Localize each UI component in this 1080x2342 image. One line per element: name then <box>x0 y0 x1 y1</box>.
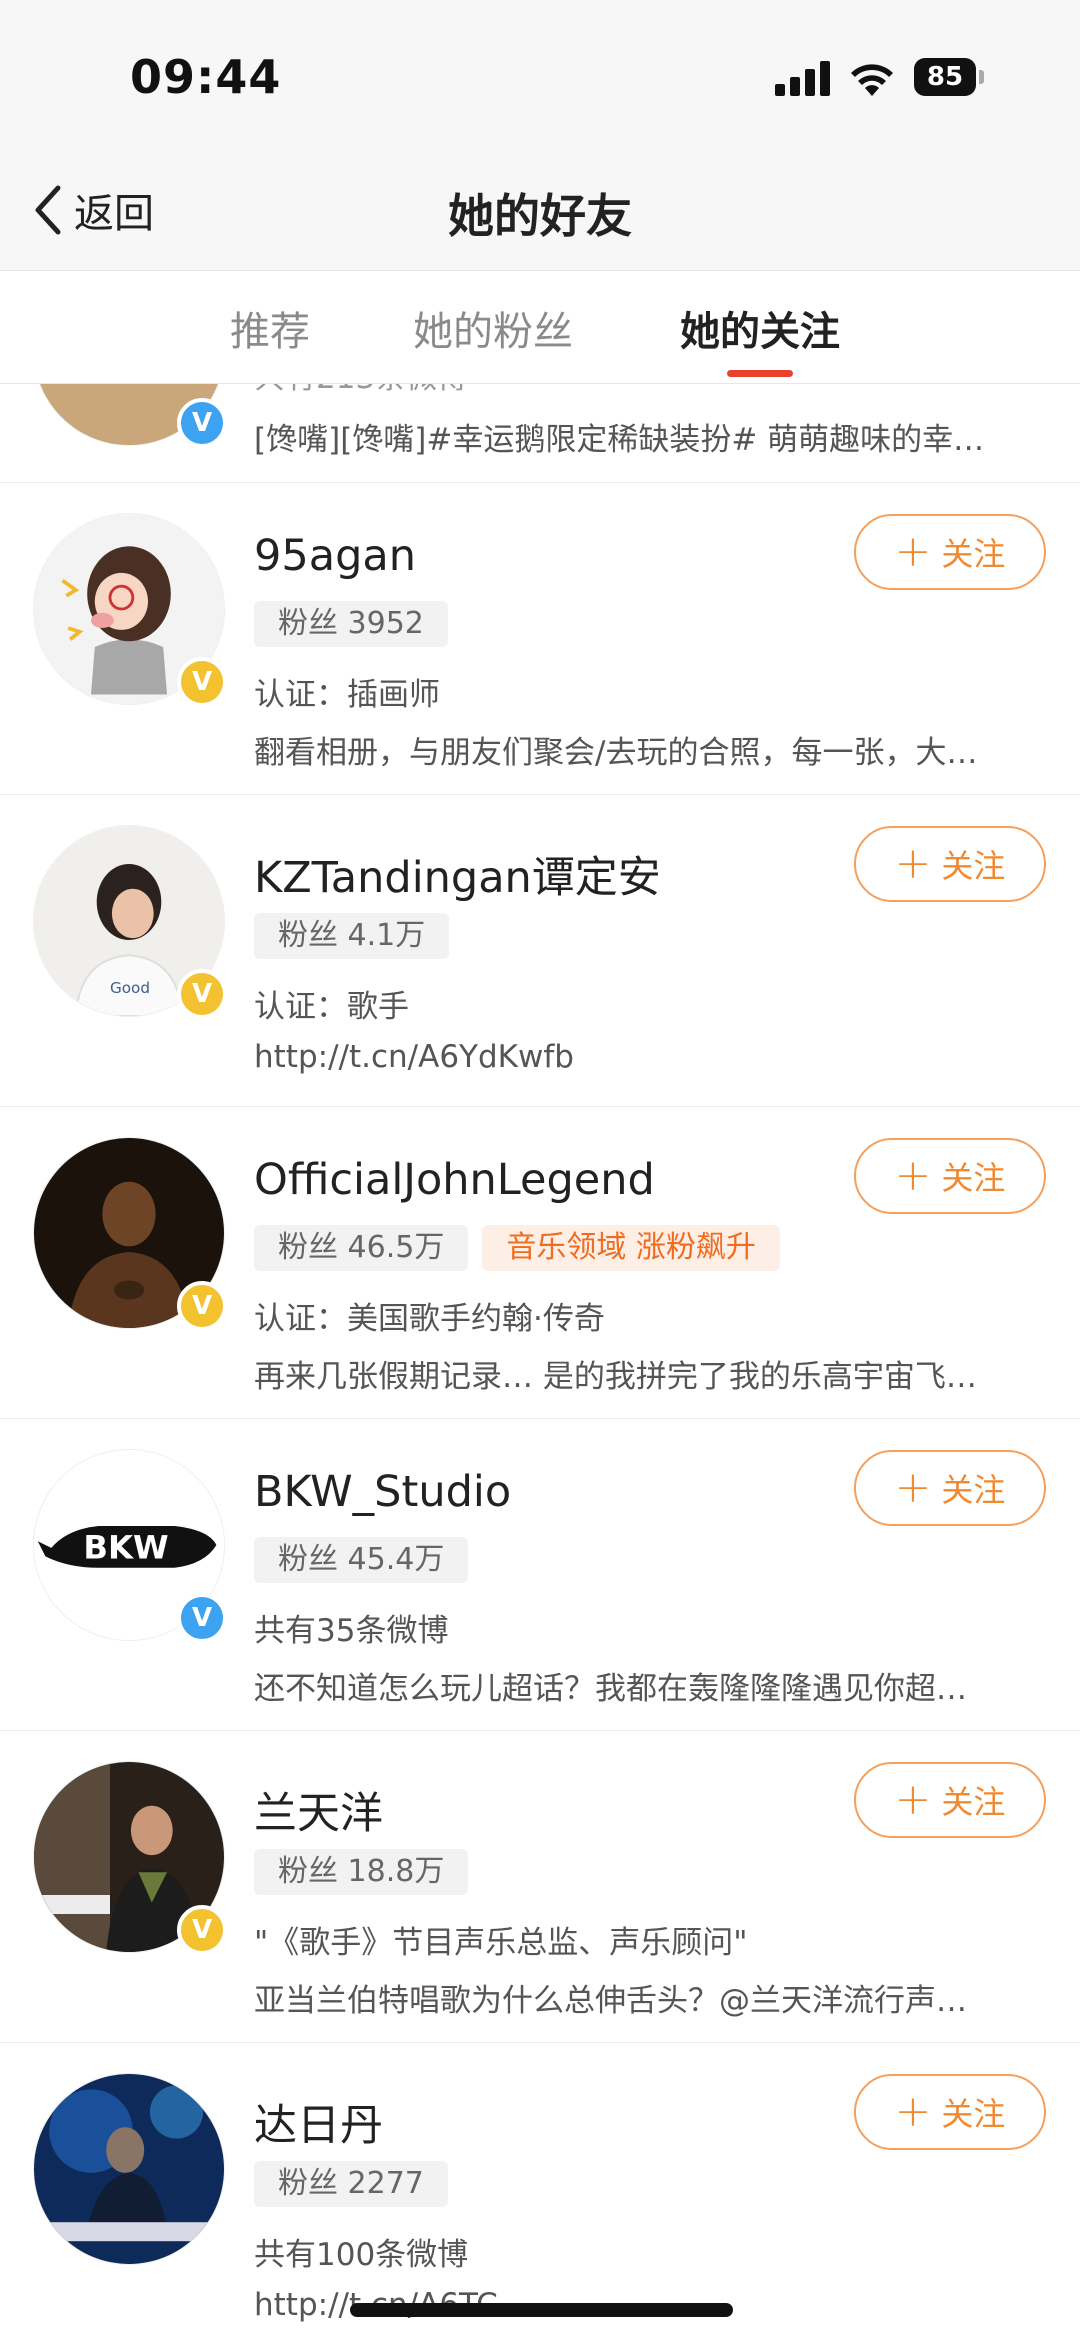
avatar[interactable]: V <box>33 1761 227 1955</box>
verified-gold-icon: V <box>177 1281 227 1331</box>
list-item[interactable]: Good V KZTandingan谭定安 粉丝 4.1万 认证：歌手 http… <box>0 795 1080 1107</box>
tab-recommend[interactable]: 推荐 <box>230 299 310 357</box>
avatar[interactable]: V <box>33 384 227 448</box>
follow-label: 关注 <box>941 1471 1006 1509</box>
fans-count: 粉丝 18.8万 <box>254 1849 469 1895</box>
plus-icon: + <box>894 1774 932 1825</box>
fans-count: 粉丝 45.4万 <box>254 1537 469 1583</box>
user-name[interactable]: 达日丹 <box>254 2091 383 2153</box>
status-bar: 09:44 85 <box>0 0 1080 150</box>
list-item[interactable]: V OfficialJohnLegend 粉丝 46.5万 音乐领域 涨粉飙升 … <box>0 1107 1080 1419</box>
list-item[interactable]: V 共有213条微博 [馋嘴][馋嘴]#幸运鹅限定稀缺装扮# 萌萌趣味的幸… <box>0 384 1080 483</box>
follow-button[interactable]: + 关注 <box>854 1450 1046 1526</box>
user-info: 共有213条微博 <box>254 384 468 397</box>
nav-bar: 返回 她的好友 <box>0 150 1080 271</box>
cellular-signal-icon <box>775 60 833 96</box>
user-desc: 亚当兰伯特唱歌为什么总伸舌头？@兰天洋流行声… <box>254 1983 967 2019</box>
screen: 09:44 85 返回 她的好友 推荐 她的粉丝 她的关注 V [馋嘴][馋嘴]… <box>0 0 1080 2342</box>
status-time: 09:44 <box>130 50 282 104</box>
verified-gold-icon: V <box>177 969 227 1019</box>
user-info: 认证：歌手 <box>254 989 409 1025</box>
fans-count: 粉丝 2277 <box>254 2161 448 2207</box>
user-desc: [馋嘴][馋嘴]#幸运鹅限定稀缺装扮# 萌萌趣味的幸… <box>254 422 985 458</box>
tab-her-fans[interactable]: 她的粉丝 <box>413 299 573 357</box>
follow-button[interactable]: + 关注 <box>854 2074 1046 2150</box>
fans-count: 粉丝 4.1万 <box>254 913 450 959</box>
user-desc: 再来几张假期记录… 是的我拼完了我的乐高宇宙飞… <box>254 1359 977 1395</box>
avatar[interactable]: Good V <box>33 825 227 1019</box>
trending-tag: 音乐领域 涨粉飙升 <box>482 1225 780 1271</box>
user-tags: 粉丝 3952 <box>254 601 462 647</box>
svg-text:BKW: BKW <box>83 1528 168 1566</box>
user-desc: 还不知道怎么玩儿超话？我都在轰隆隆隆遇见你超… <box>254 1671 967 1707</box>
plus-icon: + <box>894 1462 932 1513</box>
tab-bar: 推荐 她的粉丝 她的关注 <box>0 271 1080 384</box>
battery-level: 85 <box>914 58 976 96</box>
verified-blue-icon: V <box>177 1593 227 1643</box>
avatar[interactable]: V <box>33 513 227 707</box>
fans-count: 粉丝 46.5万 <box>254 1225 469 1271</box>
follow-button[interactable]: + 关注 <box>854 514 1046 590</box>
user-info: 认证：插画师 <box>254 677 440 713</box>
user-name[interactable]: 95agan <box>254 531 416 581</box>
user-info: 共有35条微博 <box>254 1613 449 1649</box>
user-tags: 粉丝 46.5万 音乐领域 涨粉飙升 <box>254 1225 780 1271</box>
user-name[interactable]: KZTandingan谭定安 <box>254 843 661 905</box>
follow-button[interactable]: + 关注 <box>854 1138 1046 1214</box>
follow-label: 关注 <box>941 847 1006 885</box>
avatar[interactable]: V <box>33 1137 227 1331</box>
user-tags: 粉丝 18.8万 <box>254 1849 482 1895</box>
wifi-icon <box>851 64 893 96</box>
verified-gold-icon: V <box>177 657 227 707</box>
follow-label: 关注 <box>941 1783 1006 1821</box>
list-item[interactable]: V 兰天洋 粉丝 18.8万 "《歌手》节目声乐总监、声乐顾问" 亚当兰伯特唱歌… <box>0 1731 1080 2043</box>
chevron-left-icon <box>35 185 61 235</box>
user-info: "《歌手》节目声乐总监、声乐顾问" <box>254 1925 748 1961</box>
plus-icon: + <box>894 2086 932 2137</box>
active-tab-indicator <box>727 370 793 377</box>
keyboard-stage-avatar <box>33 2073 225 2265</box>
user-tags: 粉丝 45.4万 <box>254 1537 482 1583</box>
list-item[interactable]: 达日丹 粉丝 2277 共有100条微博 http://t.cn/A6TC… +… <box>0 2043 1080 2342</box>
back-button[interactable]: 返回 <box>30 178 154 242</box>
user-desc: 翻看相册，与朋友们聚会/去玩的合照，每一张，大… <box>254 735 978 771</box>
avatar[interactable] <box>33 2073 225 2265</box>
following-list: V 共有213条微博 [馋嘴][馋嘴]#幸运鹅限定稀缺装扮# 萌萌趣味的幸… <box>0 384 1080 2342</box>
user-desc: http://t.cn/A6YdKwfb <box>254 1039 574 1075</box>
plus-icon: + <box>894 1150 932 1201</box>
tab-her-following-label: 她的关注 <box>680 309 840 355</box>
tab-her-following[interactable]: 她的关注 <box>680 299 840 377</box>
user-tags: 粉丝 4.1万 <box>254 913 463 959</box>
battery-icon: 85 <box>914 58 984 96</box>
fans-count: 粉丝 3952 <box>254 601 448 647</box>
plus-icon: + <box>894 838 932 889</box>
user-info: 共有100条微博 <box>254 2237 469 2273</box>
user-info: 认证：美国歌手约翰·传奇 <box>254 1301 605 1337</box>
user-name[interactable]: BKW_Studio <box>254 1467 511 1517</box>
svg-text:Good: Good <box>110 979 150 997</box>
back-label: 返回 <box>74 191 154 237</box>
user-tags: 粉丝 2277 <box>254 2161 462 2207</box>
plus-icon: + <box>894 526 932 577</box>
follow-button[interactable]: + 关注 <box>854 1762 1046 1838</box>
follow-label: 关注 <box>941 535 1006 573</box>
page-title: 她的好友 <box>448 189 632 243</box>
user-name[interactable]: OfficialJohnLegend <box>254 1155 655 1205</box>
verified-gold-icon: V <box>177 1905 227 1955</box>
list-item[interactable]: V 95agan 粉丝 3952 认证：插画师 翻看相册，与朋友们聚会/去玩的合… <box>0 483 1080 795</box>
avatar[interactable]: BKW V <box>33 1449 227 1643</box>
verified-blue-icon: V <box>177 398 227 448</box>
follow-label: 关注 <box>941 1159 1006 1197</box>
list-item[interactable]: BKW V BKW_Studio 粉丝 45.4万 共有35条微博 还不知道怎么… <box>0 1419 1080 1731</box>
home-indicator[interactable] <box>350 2303 733 2317</box>
follow-button[interactable]: + 关注 <box>854 826 1046 902</box>
user-name[interactable]: 兰天洋 <box>254 1779 383 1841</box>
follow-label: 关注 <box>941 2095 1006 2133</box>
